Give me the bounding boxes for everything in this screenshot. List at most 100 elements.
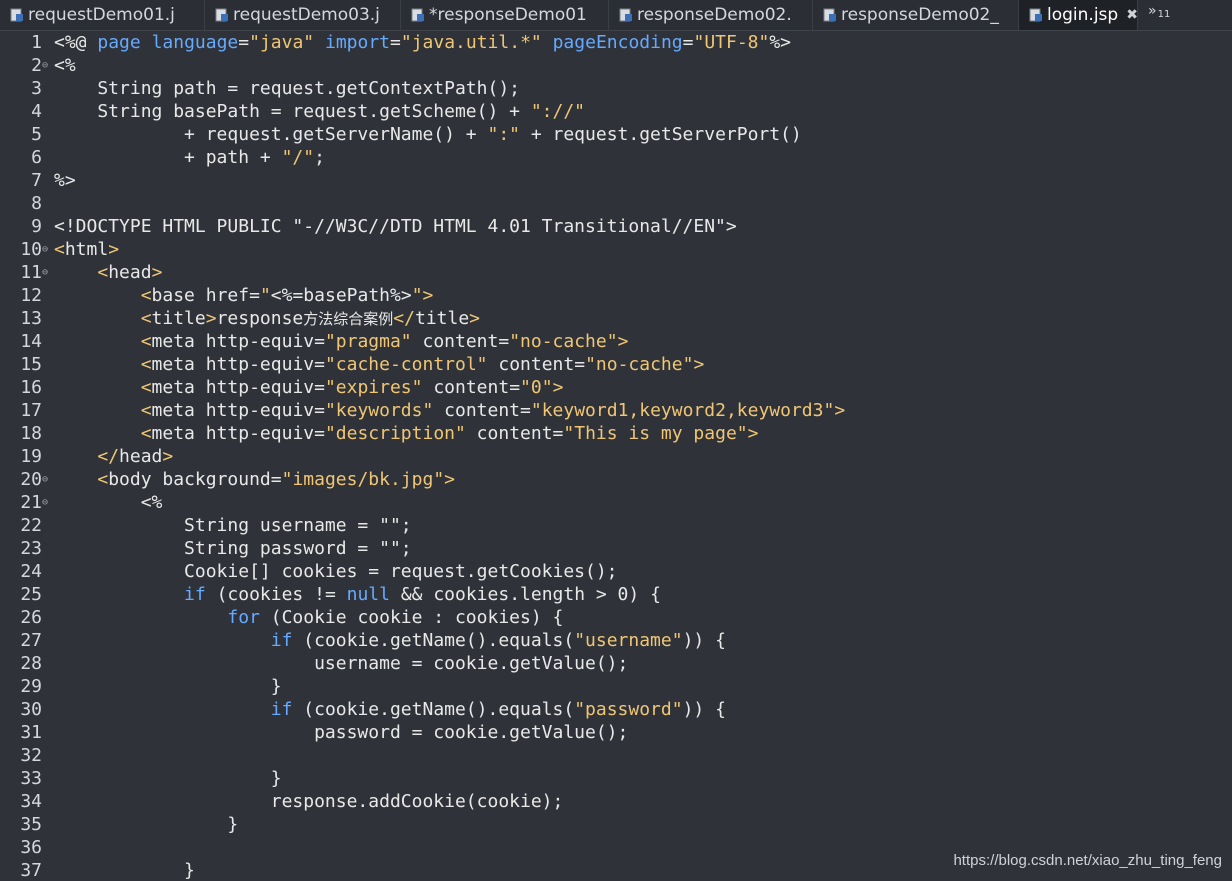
code-line[interactable]: 35 } bbox=[0, 813, 1232, 836]
tab-requestdemo03-j[interactable]: requestDemo03.j bbox=[205, 0, 401, 30]
jsp-file-icon bbox=[215, 8, 228, 22]
code-line[interactable]: 1 <%@ page language="java" import="java.u… bbox=[0, 31, 1232, 54]
code-line[interactable]: 25 if (cookies != null && cookies.length… bbox=[0, 583, 1232, 606]
code-line[interactable]: 7 %> bbox=[0, 169, 1232, 192]
code-token: > bbox=[444, 469, 456, 490]
tab-responsedemo02[interactable]: responseDemo02_ bbox=[813, 0, 1019, 30]
jsp-file-icon bbox=[619, 8, 632, 22]
code-line[interactable]: 23 String password = ""; bbox=[0, 537, 1232, 560]
code-token: < bbox=[54, 239, 65, 260]
code-token: > bbox=[151, 262, 163, 283]
code-token: "expires" bbox=[324, 377, 423, 398]
code-line[interactable]: 14 <meta http-equiv="pragma" content="no… bbox=[0, 330, 1232, 353]
tab-responsedemo02[interactable]: responseDemo02. bbox=[609, 0, 813, 30]
line-number: 4 bbox=[31, 101, 42, 122]
code-text: username = cookie.getValue(); bbox=[53, 652, 628, 675]
code-line[interactable]: 33 } bbox=[0, 767, 1232, 790]
code-line[interactable]: 18 <meta http-equiv="description" conten… bbox=[0, 422, 1232, 445]
code-line[interactable]: 28 username = cookie.getValue(); bbox=[0, 652, 1232, 675]
code-token: http-equiv= bbox=[194, 400, 325, 421]
code-line[interactable]: 31 password = cookie.getValue(); bbox=[0, 721, 1232, 744]
tab-label: requestDemo01.j bbox=[28, 5, 175, 25]
code-token: <%@ bbox=[54, 32, 98, 53]
code-line[interactable]: 11 ⊖ <head> bbox=[0, 261, 1232, 284]
line-number: 11 bbox=[20, 262, 42, 283]
fold-collapse-icon[interactable]: ⊖ bbox=[42, 238, 53, 261]
code-token: title bbox=[151, 308, 206, 329]
code-token: content= bbox=[487, 354, 586, 375]
code-token: = bbox=[682, 32, 694, 53]
fold-gutter bbox=[42, 721, 53, 744]
fold-gutter bbox=[42, 330, 53, 353]
code-line[interactable]: 8 bbox=[0, 192, 1232, 215]
fold-gutter bbox=[42, 583, 53, 606]
line-number: 20 bbox=[20, 469, 42, 490]
code-token: if bbox=[270, 699, 293, 720]
tab-requestdemo01-j[interactable]: requestDemo01.j bbox=[0, 0, 205, 30]
line-number: 16 bbox=[20, 377, 42, 398]
code-token: <%=basePath%> bbox=[270, 285, 412, 306]
code-line[interactable]: 21 ⊖ <% bbox=[0, 491, 1232, 514]
tab-label: responseDemo02_ bbox=[841, 5, 999, 25]
code-line[interactable]: 16 <meta http-equiv="expires" content="0… bbox=[0, 376, 1232, 399]
code-line[interactable]: 32 bbox=[0, 744, 1232, 767]
fold-collapse-icon[interactable]: ⊖ bbox=[42, 261, 53, 284]
code-text: <!DOCTYPE HTML PUBLIC "-//W3C//DTD HTML … bbox=[53, 215, 737, 238]
code-token: content= bbox=[465, 423, 564, 444]
line-number: 28 bbox=[20, 653, 42, 674]
code-line[interactable]: 4 String basePath = request.getScheme() … bbox=[0, 100, 1232, 123]
tab-login-jsp[interactable]: login.jsp ✖ bbox=[1019, 0, 1138, 30]
code-token: String basePath = request.getScheme() + bbox=[54, 101, 531, 122]
fold-gutter bbox=[42, 790, 53, 813]
code-token: "java.util.*" bbox=[400, 32, 542, 53]
code-line[interactable]: 20 ⊖ <body background="images/bk.jpg"> bbox=[0, 468, 1232, 491]
code-token: %> bbox=[54, 170, 76, 191]
code-token: meta bbox=[151, 423, 195, 444]
code-line[interactable]: 24 Cookie[] cookies = request.getCookies… bbox=[0, 560, 1232, 583]
line-number: 12 bbox=[20, 285, 42, 306]
code-token: String username = ""; bbox=[54, 515, 412, 536]
fold-gutter bbox=[42, 629, 53, 652]
code-token: < bbox=[140, 377, 152, 398]
code-line[interactable]: 12 <base href="<%=basePath%>"> bbox=[0, 284, 1232, 307]
code-line[interactable]: 5 + request.getServerName() + ":" + requ… bbox=[0, 123, 1232, 146]
code-line[interactable]: 3 String path = request.getContextPath()… bbox=[0, 77, 1232, 100]
fold-gutter bbox=[42, 169, 53, 192]
code-text: <% bbox=[53, 491, 163, 514]
code-line[interactable]: 27 if (cookie.getName().equals("username… bbox=[0, 629, 1232, 652]
code-line[interactable]: 6 + path + "/"; bbox=[0, 146, 1232, 169]
tab-overflow-button[interactable]: » 11 bbox=[1138, 0, 1170, 30]
fold-collapse-icon[interactable]: ⊖ bbox=[42, 54, 53, 77]
close-icon[interactable]: ✖ bbox=[1126, 7, 1137, 23]
code-line[interactable]: 22 String username = ""; bbox=[0, 514, 1232, 537]
code-token: String path = request.getContextPath(); bbox=[54, 78, 520, 99]
code-line[interactable]: 2 ⊖ <% bbox=[0, 54, 1232, 77]
line-number: 6 bbox=[31, 147, 42, 168]
tab-responsedemo01[interactable]: *responseDemo01 bbox=[401, 0, 609, 30]
code-token: "username" bbox=[574, 630, 683, 651]
code-editor[interactable]: 1 <%@ page language="java" import="java.u… bbox=[0, 31, 1232, 881]
code-line[interactable]: 13 <title>response方法综合案例</title> bbox=[0, 307, 1232, 330]
code-line[interactable]: 9 <!DOCTYPE HTML PUBLIC "-//W3C//DTD HTML… bbox=[0, 215, 1232, 238]
code-line[interactable]: 29 } bbox=[0, 675, 1232, 698]
fold-collapse-icon[interactable]: ⊖ bbox=[42, 468, 53, 491]
code-token: "cache-control" bbox=[324, 354, 488, 375]
code-line[interactable]: 10 ⊖ <html> bbox=[0, 238, 1232, 261]
code-lines: 1 <%@ page language="java" import="java.u… bbox=[0, 31, 1232, 881]
code-token: > bbox=[693, 354, 705, 375]
fold-gutter bbox=[42, 767, 53, 790]
code-line[interactable]: 15 <meta http-equiv="cache-control" cont… bbox=[0, 353, 1232, 376]
code-token: (cookie.getName().equals( bbox=[292, 699, 575, 720]
code-line[interactable]: 19 </head> bbox=[0, 445, 1232, 468]
fold-collapse-icon[interactable]: ⊖ bbox=[42, 491, 53, 514]
line-number: 5 bbox=[31, 124, 42, 145]
code-line[interactable]: 17 <meta http-equiv="keywords" content="… bbox=[0, 399, 1232, 422]
code-line[interactable]: 30 if (cookie.getName().equals("password… bbox=[0, 698, 1232, 721]
code-line[interactable]: 34 response.addCookie(cookie); bbox=[0, 790, 1232, 813]
code-line[interactable]: 26 for (Cookie cookie : cookies) { bbox=[0, 606, 1232, 629]
code-token: base bbox=[151, 285, 195, 306]
line-number: 19 bbox=[20, 446, 42, 467]
code-token: String password = ""; bbox=[54, 538, 412, 559]
